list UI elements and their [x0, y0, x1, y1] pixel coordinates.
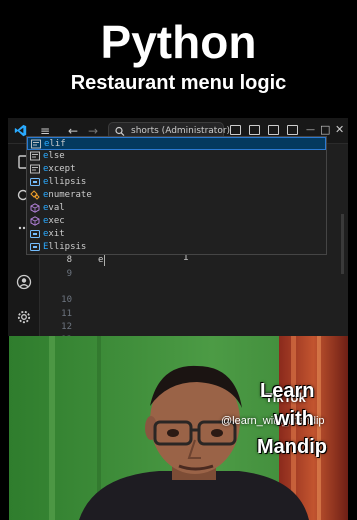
webcam-feed: TikTok @learn_with_mandip Learn with Man…	[9, 336, 348, 520]
line-number: 12	[61, 322, 72, 332]
overlay-learn: Learn	[260, 380, 315, 402]
keyword-icon	[30, 151, 40, 161]
title-banner: Python Restaurant menu logic	[0, 0, 357, 118]
variable-icon	[30, 178, 40, 186]
suggestion-item[interactable]: ellipsis	[27, 176, 326, 189]
suggestion-item[interactable]: else	[27, 150, 326, 163]
suggestion-label: enumerate	[43, 189, 92, 201]
keyword-icon	[30, 164, 40, 174]
close-icon[interactable]: ✕	[335, 123, 344, 137]
overlay-name: Mandip	[257, 436, 327, 458]
suggestion-label: ellipsis	[43, 176, 86, 188]
toggle-secondary-sidebar-icon[interactable]	[287, 125, 298, 135]
function-icon	[30, 203, 40, 213]
line-number: 9	[66, 269, 72, 279]
suggestion-label: eval	[43, 202, 65, 214]
suggestion-label: Ellipsis	[43, 241, 86, 253]
overlay-with: with	[274, 408, 314, 430]
function-icon	[30, 216, 40, 226]
suggestion-label: exit	[43, 228, 65, 240]
minimize-icon[interactable]: —	[306, 123, 315, 137]
autocomplete-suggestions: elif else except ellipsis enumerate eval exec e…	[26, 136, 327, 255]
suggestion-item[interactable]: eval	[27, 202, 326, 215]
video-title: Python	[100, 16, 257, 68]
variable-icon	[30, 243, 40, 251]
typed-code: e	[98, 255, 104, 265]
suggestion-label: exec	[43, 215, 65, 227]
customize-layout-icon[interactable]	[230, 125, 241, 135]
toggle-sidebar-icon[interactable]	[249, 125, 260, 135]
suggestion-rest: numerate	[48, 190, 92, 200]
keyword-icon	[31, 139, 41, 149]
video-subtitle: Restaurant menu logic	[70, 72, 287, 94]
line-number: 11	[61, 309, 72, 319]
settings-gear-icon[interactable]	[16, 309, 32, 325]
maximize-icon[interactable]: □	[320, 123, 330, 137]
toggle-panel-icon[interactable]	[268, 125, 279, 135]
account-icon[interactable]	[16, 274, 32, 290]
variable-icon	[30, 230, 40, 238]
suggestion-item[interactable]: exit	[27, 228, 326, 241]
suggestion-label: else	[43, 150, 65, 162]
suggestion-rest: lse	[48, 151, 65, 161]
suggestion-item[interactable]: enumerate	[27, 189, 326, 202]
suggestion-rest: lif	[49, 139, 66, 149]
suggestion-rest: llipsis	[48, 177, 87, 187]
line-number: 8	[66, 255, 72, 265]
class-icon	[30, 190, 40, 200]
suggestion-item[interactable]: elif	[27, 137, 326, 150]
text-cursor	[104, 254, 105, 266]
suggestion-rest: xcept	[48, 164, 76, 174]
suggestion-rest: val	[48, 203, 65, 213]
suggestion-rest: llipsis	[48, 242, 87, 252]
suggestion-label: except	[43, 163, 76, 175]
suggestion-rest: xit	[48, 229, 65, 239]
suggestion-rest: xec	[48, 216, 65, 226]
suggestion-label: elif	[44, 138, 66, 150]
suggestion-item[interactable]: exec	[27, 215, 326, 228]
suggestion-item[interactable]: Ellipsis	[27, 241, 326, 254]
line-number: 10	[61, 295, 72, 305]
editor-scrollbar[interactable]	[341, 214, 344, 274]
suggestion-item[interactable]: except	[27, 163, 326, 176]
